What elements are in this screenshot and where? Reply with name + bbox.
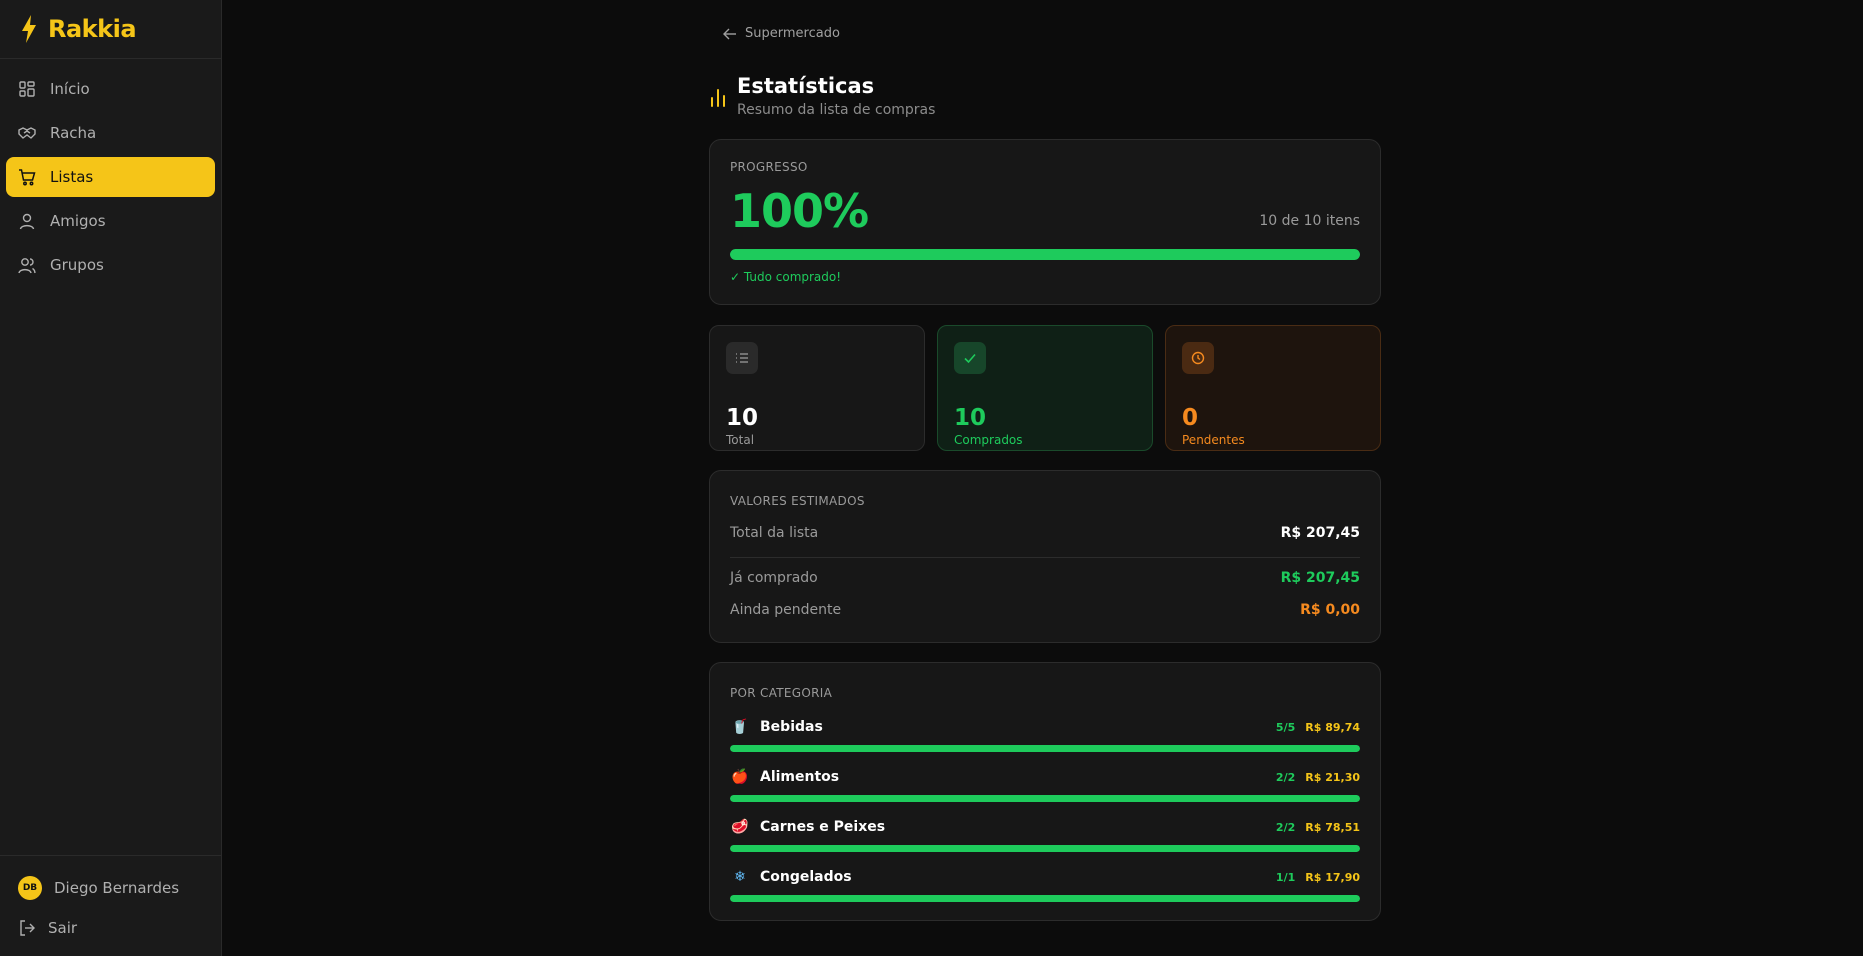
category-count: 2/2 [1275,770,1296,784]
value-row-bought: Já comprado R$ 207,45 [730,570,1360,586]
cart-icon [19,169,36,186]
value-pending-amount: R$ 0,00 [1300,602,1360,618]
category-name: Congelados [760,869,852,885]
dashboard-icon [19,81,35,97]
category-price: R$ 21,30 [1305,770,1360,784]
value-row-pending: Ainda pendente R$ 0,00 [730,602,1360,618]
progress-label: PROGRESSO [730,160,808,174]
category-progress-fill [730,745,1360,752]
clock-icon [1182,342,1214,374]
value-row-total: Total da lista R$ 207,45 [730,525,1360,541]
sidebar-item-inicio[interactable]: Início [6,69,215,109]
category-progress-fill [730,895,1360,902]
app-name: Rakkia [48,15,137,43]
arrow-left-icon [723,28,736,39]
progress-count: 10 de 10 itens [1259,213,1360,229]
sidebar-item-label: Início [50,80,90,98]
category-price: R$ 17,90 [1305,870,1360,884]
user-icon [19,213,35,230]
category-row: ❄ Congelados 1/1 R$ 17,90 [730,867,1360,907]
user-name: Diego Bernardes [54,879,180,897]
users-icon [18,258,36,274]
check-icon [954,342,986,374]
sidebar-item-label: Racha [50,124,97,142]
category-progress-bar [730,795,1360,802]
category-label: POR CATEGORIA [730,686,833,700]
category-count: 1/1 [1275,870,1296,884]
value-total-amount: R$ 207,45 [1280,525,1360,541]
sidebar-item-racha[interactable]: Racha [6,113,215,153]
category-progress-bar [730,845,1360,852]
stat-bought-value: 10 [954,405,987,431]
sidebar-item-amigos[interactable]: Amigos [6,201,215,241]
category-count: 2/2 [1275,820,1296,834]
logout-icon [20,920,35,936]
value-pending-label: Ainda pendente [730,602,842,618]
sidebar: Rakkia Início Racha Listas Amigos Grupos… [0,0,222,956]
stat-pending-value: 0 [1182,405,1199,431]
category-progress-fill [730,845,1360,852]
back-label: Supermercado [745,26,840,41]
sidebar-item-listas[interactable]: Listas [6,157,215,197]
lightning-icon [22,15,36,43]
category-price: R$ 78,51 [1305,820,1360,834]
stat-total-card: 10 Total [709,325,925,451]
progress-bar [730,249,1360,260]
stat-total-label: Total [726,433,755,447]
category-name: Bebidas [760,719,823,735]
category-name: Carnes e Peixes [760,819,886,835]
category-progress-bar [730,895,1360,902]
category-row: 🥤 Bebidas 5/5 R$ 89,74 [730,717,1360,757]
category-price: R$ 89,74 [1305,720,1360,734]
category-card: POR CATEGORIA 🥤 Bebidas 5/5 R$ 89,74 🍎 Alim… [709,662,1381,921]
back-link[interactable]: Supermercado [723,26,840,41]
progress-status: ✓ Tudo comprado! [730,270,842,284]
logout-button[interactable]: Sair [0,908,221,948]
stat-bought-label: Comprados [954,433,1023,447]
value-bought-amount: R$ 207,45 [1280,570,1360,586]
value-total-label: Total da lista [730,525,819,541]
sidebar-item-label: Grupos [50,256,104,274]
avatar: DB [18,876,42,900]
category-name: Alimentos [760,769,840,785]
progress-percent: 100% [730,184,869,238]
page-title: Estatísticas [737,74,875,98]
values-label: VALORES ESTIMADOS [730,494,865,508]
category-count: 5/5 [1275,720,1296,734]
logo[interactable]: Rakkia [0,0,221,59]
category-progress-bar [730,745,1360,752]
page-subtitle: Resumo da lista de compras [737,102,936,118]
logout-label: Sair [48,919,78,937]
category-progress-fill [730,795,1360,802]
page-header: Estatísticas Resumo da lista de compras [709,74,935,118]
meat-icon: 🥩 [731,819,749,835]
value-bought-label: Já comprado [730,570,818,586]
drink-icon: 🥤 [731,719,749,735]
user-profile[interactable]: DB Diego Bernardes [0,868,221,908]
sidebar-item-grupos[interactable]: Grupos [6,245,215,285]
progress-bar-fill [730,249,1360,260]
apple-icon: 🍎 [731,769,749,785]
bar-chart-icon [711,89,725,107]
sidebar-item-label: Amigos [50,212,106,230]
sidebar-nav: Início Racha Listas Amigos Grupos [0,59,221,285]
category-row: 🥩 Carnes e Peixes 2/2 R$ 78,51 [730,817,1360,857]
values-card: VALORES ESTIMADOS Total da lista R$ 207,… [709,470,1381,643]
handshake-icon [18,127,36,139]
sidebar-footer: DB Diego Bernardes Sair [0,855,221,956]
list-icon [726,342,758,374]
sidebar-item-label: Listas [50,168,94,186]
stat-pending-label: Pendentes [1182,433,1245,447]
stat-pending-card: 0 Pendentes [1165,325,1381,451]
divider [730,557,1360,558]
snowflake-icon: ❄ [734,869,746,885]
stat-total-value: 10 [726,405,759,431]
category-row: 🍎 Alimentos 2/2 R$ 21,30 [730,767,1360,807]
stat-bought-card: 10 Comprados [937,325,1153,451]
progress-card: PROGRESSO 100% 10 de 10 itens ✓ Tudo com… [709,139,1381,305]
